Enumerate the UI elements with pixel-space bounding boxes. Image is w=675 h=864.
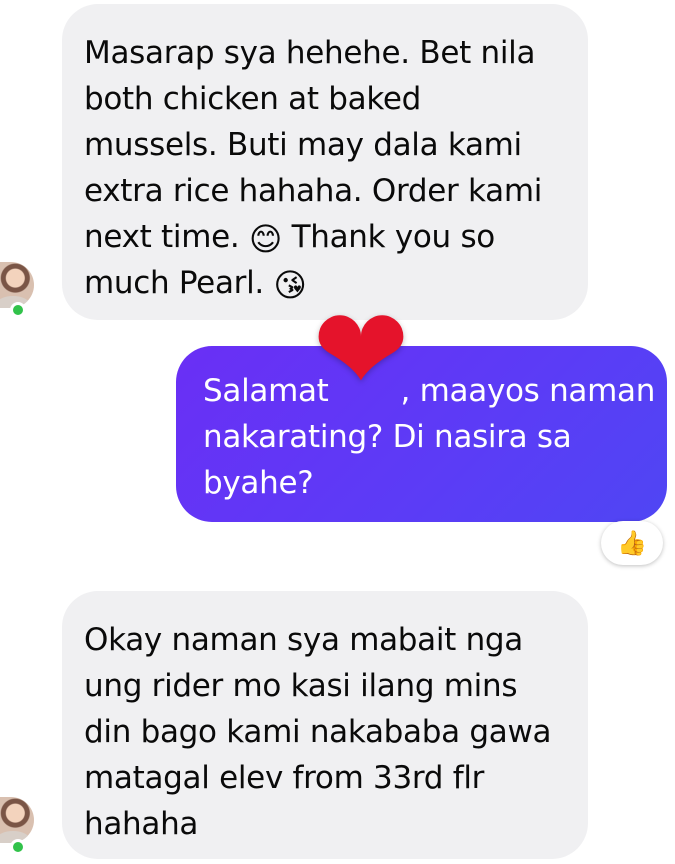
message-line: Salamat, maayos naman (203, 368, 657, 414)
message-line: ung rider mo kasi ilang mins (84, 668, 518, 704)
heart-reaction-icon: ❤ (312, 283, 410, 418)
chat-thread: Masarap sya hehehe. Bet nila both chicke… (0, 0, 675, 864)
message-line: Masarap sya hehehe. Bet nila (84, 35, 536, 71)
message-line: hahaha (84, 806, 199, 842)
message-line: both chicken at baked (84, 81, 422, 117)
message-line: next time. 😊 Thank you so (84, 214, 568, 260)
thumbs-up-reaction-badge[interactable]: 👍 (601, 521, 663, 565)
message-text: Thank you so (291, 219, 496, 255)
message-line: nakarating? Di nasira sa (203, 419, 572, 455)
incoming-message-bubble[interactable]: Okay naman sya mabait nga ung rider mo k… (62, 591, 588, 859)
message-text: next time. (84, 219, 240, 255)
message-line: din bago kami nakababa gawa (84, 714, 552, 750)
contact-avatar[interactable] (0, 797, 34, 843)
online-status-dot-icon (10, 839, 26, 855)
incoming-message-bubble[interactable]: Masarap sya hehehe. Bet nila both chicke… (62, 4, 588, 320)
message-line: byahe? (203, 465, 314, 501)
smiling-face-emoji-icon: 😊 (248, 220, 283, 258)
message-line: mussels. Buti may dala kami (84, 127, 522, 163)
message-text: , maayos naman (400, 373, 656, 409)
online-status-dot-icon (10, 302, 26, 318)
thumbs-up-icon: 👍 (617, 529, 647, 557)
message-text: much Pearl. (84, 265, 264, 301)
message-line: matagal elev from 33rd flr (84, 760, 485, 796)
message-line: extra rice hahaha. Order kami (84, 173, 543, 209)
message-line: Okay naman sya mabait nga (84, 622, 524, 658)
